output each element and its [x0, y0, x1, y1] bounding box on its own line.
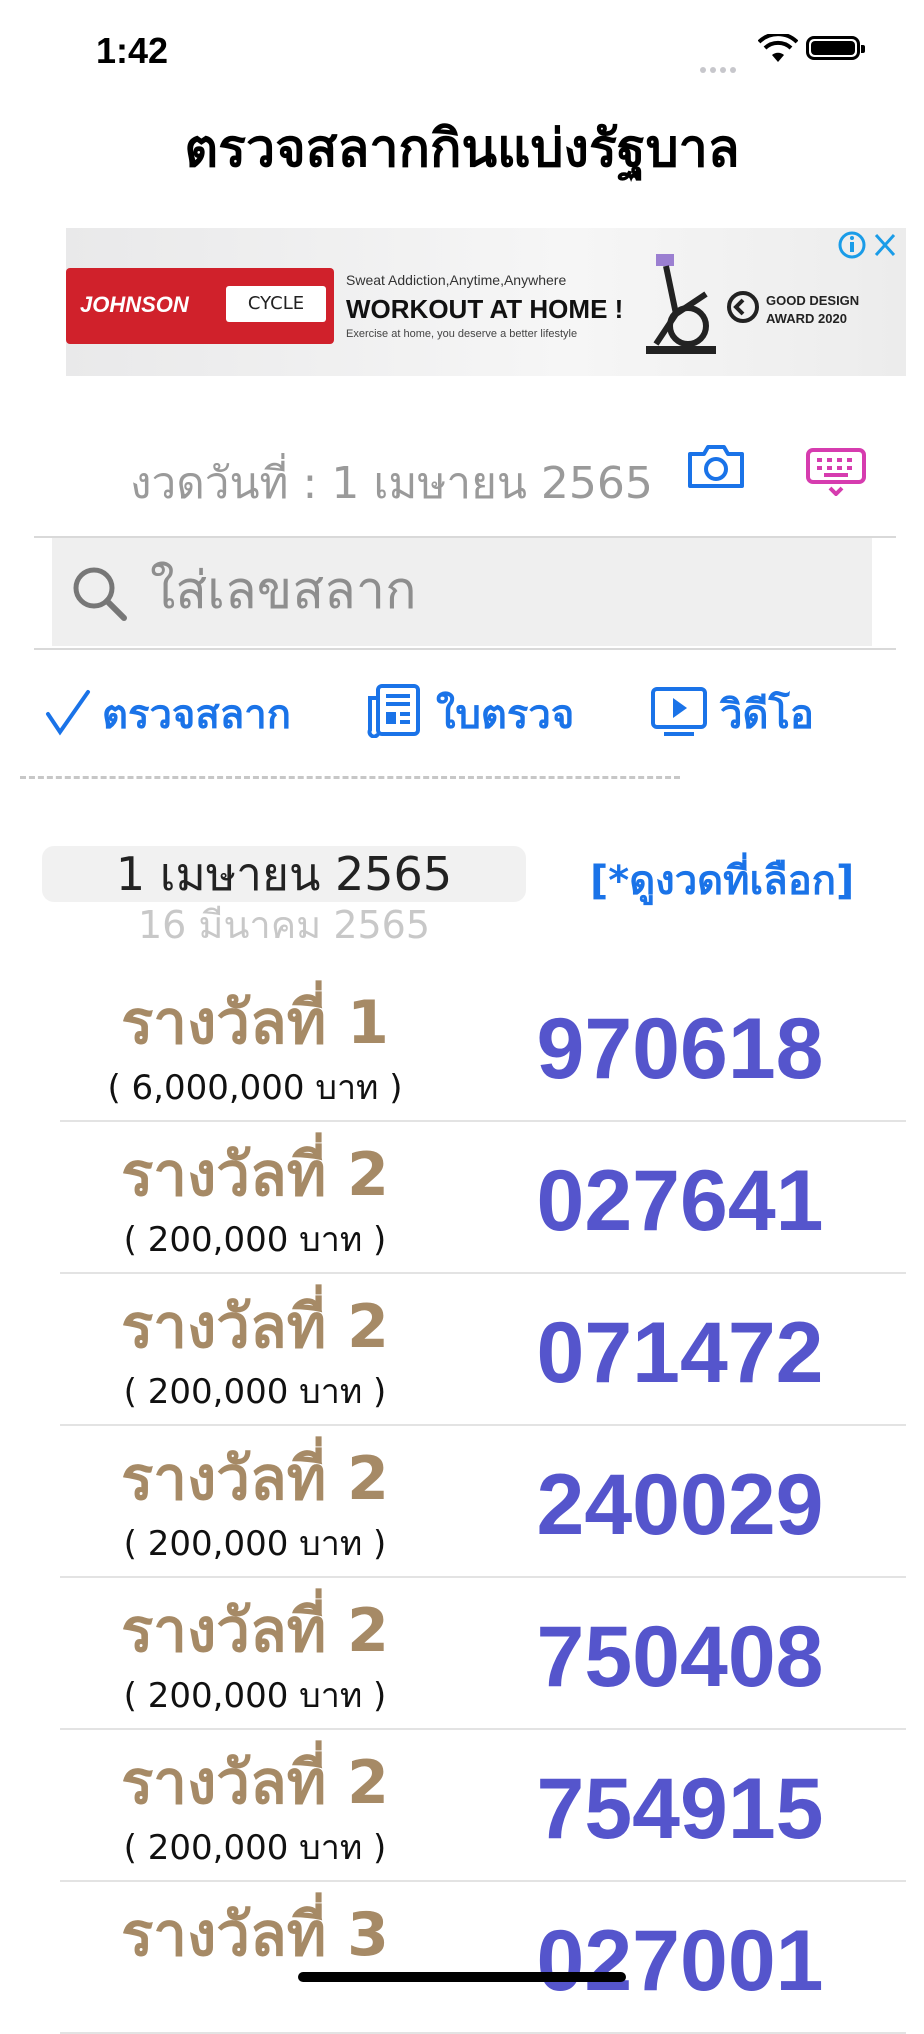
- prize-name: รางวัลที่ 1: [121, 988, 389, 1058]
- prize-row: รางวัลที่ 2 ( 200,000 บาท ) 754915: [60, 1730, 906, 1882]
- prize-row: รางวัลที่ 2 ( 200,000 บาท ) 027641: [60, 1122, 906, 1274]
- signal-icon: [700, 58, 740, 77]
- video-play-icon[interactable]: [650, 686, 708, 742]
- prize-amount: ( 200,000 บาท ): [123, 1828, 387, 1868]
- camera-icon[interactable]: [686, 442, 746, 494]
- award-icon: [726, 290, 760, 328]
- ad-tagline: Sweat Addiction,Anytime,Anywhere: [346, 272, 567, 288]
- ad-choices-close[interactable]: [836, 230, 906, 264]
- prize-amount: ( 200,000 บาท ): [123, 1372, 387, 1412]
- prize-row: รางวัลที่ 1 ( 6,000,000 บาท ) 970618: [60, 970, 906, 1122]
- prize-name: รางวัลที่ 2: [121, 1444, 389, 1514]
- search-icon: [70, 564, 130, 628]
- page-title: ตรวจสลากกินแบ่งรัฐบาล: [184, 119, 740, 179]
- checkmark-icon[interactable]: [44, 688, 94, 742]
- newspaper-icon[interactable]: [366, 682, 422, 742]
- prize-number: 970618: [536, 1001, 824, 1097]
- prize-name: รางวัลที่ 2: [121, 1140, 389, 1210]
- wifi-icon: [757, 32, 799, 68]
- prize-name: รางวัลที่ 2: [121, 1748, 389, 1818]
- prize-number: 027641: [536, 1153, 824, 1249]
- tab-video[interactable]: วิดีโอ: [720, 682, 814, 746]
- tab-result-sheet[interactable]: ใบตรวจ: [436, 682, 574, 746]
- date-picker-option[interactable]: 16 มีนาคม 2565: [42, 900, 526, 940]
- prize-amount: ( 6,000,000 บาท ): [107, 1068, 403, 1108]
- prize-number: 754915: [536, 1761, 824, 1857]
- ad-brand-badge: CYCLE: [226, 286, 326, 322]
- prize-row: รางวัลที่ 2 ( 200,000 บาท ) 071472: [60, 1274, 906, 1426]
- prize-row: รางวัลที่ 2 ( 200,000 บาท ) 240029: [60, 1426, 906, 1578]
- prize-number: 240029: [536, 1457, 824, 1553]
- prize-number: 071472: [536, 1305, 824, 1401]
- prize-number: 750408: [536, 1609, 824, 1705]
- ad-headline: WORKOUT AT HOME !: [346, 294, 624, 324]
- ad-banner[interactable]: JOHNSON CYCLE Sweat Addiction,Anytime,An…: [66, 228, 906, 376]
- prize-name: รางวัลที่ 3: [121, 1900, 389, 1970]
- tab-check-ticket[interactable]: ตรวจสลาก: [102, 682, 291, 746]
- draw-date-label: งวดวันที่ : 1 เมษายน 2565: [130, 458, 653, 509]
- exercise-bike-image: [636, 254, 726, 368]
- keyboard-icon[interactable]: [806, 448, 866, 500]
- prize-row: รางวัลที่ 3 027001: [60, 1882, 906, 2034]
- divider: [34, 648, 896, 650]
- prize-number: 027001: [536, 1913, 824, 2009]
- search-input[interactable]: [150, 556, 850, 626]
- status-time: 1:42: [96, 30, 169, 71]
- prize-amount: ( 200,000 บาท ): [123, 1524, 387, 1564]
- prize-amount: ( 200,000 บาท ): [123, 1220, 387, 1260]
- home-indicator: [298, 1972, 626, 1982]
- prize-name: รางวัลที่ 2: [121, 1596, 389, 1666]
- view-selected-draw-button[interactable]: [*ดูงวดที่เลือก]: [590, 848, 854, 912]
- ad-subtext: Exercise at home, you deserve a better l…: [346, 328, 578, 340]
- prize-row: รางวัลที่ 2 ( 200,000 บาท ) 750408: [60, 1578, 906, 1730]
- date-picker-selected[interactable]: 1 เมษายน 2565: [42, 846, 526, 902]
- dashed-divider: [20, 776, 680, 779]
- battery-icon: [806, 36, 865, 60]
- award-text: GOOD DESIGN AWARD 2020: [766, 293, 860, 326]
- prize-name: รางวัลที่ 2: [121, 1292, 389, 1362]
- prize-amount: ( 200,000 บาท ): [123, 1676, 387, 1716]
- ad-brand: JOHNSON: [80, 292, 189, 317]
